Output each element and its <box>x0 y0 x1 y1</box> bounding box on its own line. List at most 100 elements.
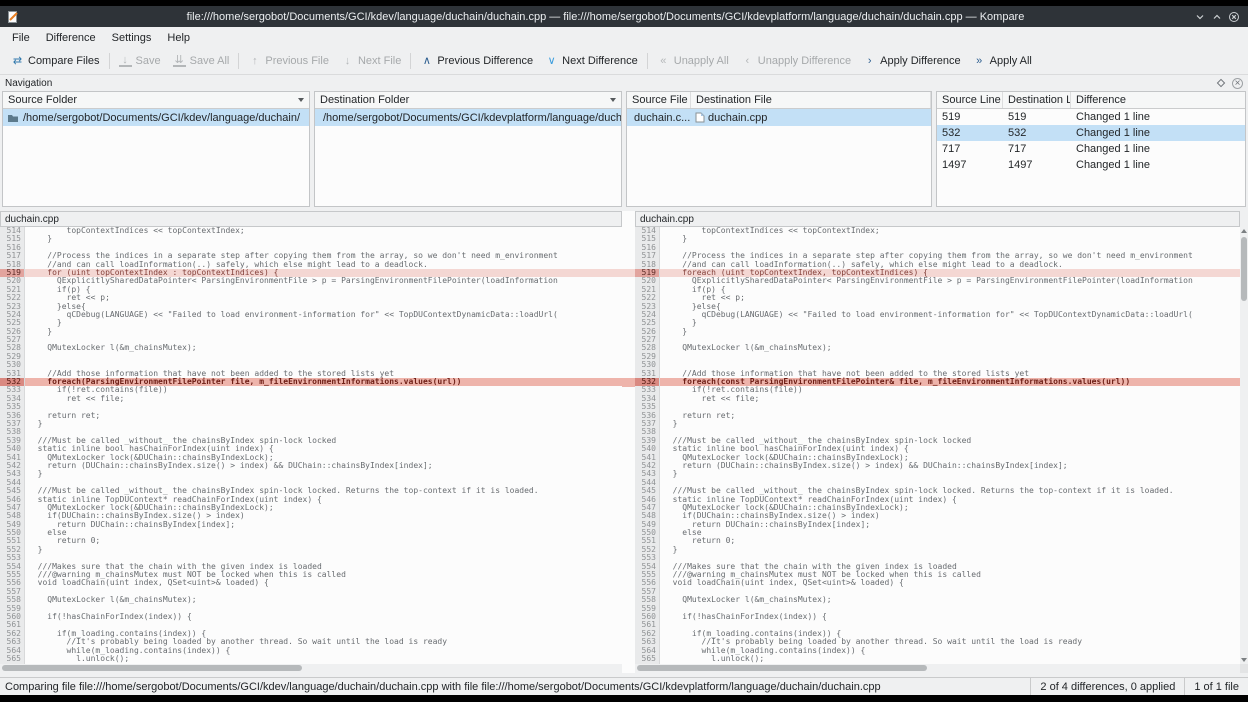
difference-row[interactable]: 14971497Changed 1 line <box>937 157 1245 173</box>
previous-difference-button[interactable]: Previous Difference <box>414 52 539 70</box>
vertical-scrollbar[interactable] <box>1240 227 1248 664</box>
difference-row[interactable]: 519519Changed 1 line <box>937 109 1245 125</box>
diff-connector-strip <box>622 227 635 664</box>
unapply-all-button: Unapply All <box>651 52 735 70</box>
code-line: void loadChain(uint index, QSet<uint>& l… <box>660 579 1240 587</box>
destination-line-header[interactable]: Destination Lir <box>1003 92 1071 108</box>
chevron-down-icon <box>298 98 304 102</box>
scroll-down-icon[interactable] <box>1241 658 1247 662</box>
toolbar-button-label: Apply Difference <box>880 55 961 67</box>
next-difference-button[interactable]: Next Difference <box>539 52 644 70</box>
destination-line-numbers: 5145155165175185195205215225235245255265… <box>635 227 660 664</box>
difference-row[interactable]: 717717Changed 1 line <box>937 141 1245 157</box>
compare-files-button[interactable]: Compare Files <box>5 52 106 70</box>
status-files: 1 of 1 file <box>1184 678 1248 695</box>
code-line: l.unlock(); <box>660 655 1240 663</box>
menu-settings[interactable]: Settings <box>104 29 160 47</box>
code-line: topContextIndices << topContextIndex; <box>25 227 622 235</box>
code-line: ret << p; <box>25 294 622 302</box>
difference-header[interactable]: Difference <box>1071 92 1245 108</box>
destination-file-cell: duchain.cpp <box>691 112 931 124</box>
apply-all-button[interactable]: Apply All <box>967 52 1038 70</box>
minimize-icon[interactable] <box>1191 9 1208 24</box>
code-line <box>660 353 1240 361</box>
files-header-row: Source File Destination File <box>627 92 931 109</box>
destination-folder-panel: Destination Folder /home/sergobot/Docume… <box>314 91 622 207</box>
destination-pane-title: duchain.cpp <box>635 211 1240 227</box>
source-folder-panel: Source Folder /home/sergobot/Documents/G… <box>2 91 310 207</box>
apply-difference-button[interactable]: Apply Difference <box>857 52 967 70</box>
folder-icon <box>7 113 19 123</box>
maximize-icon[interactable] <box>1208 9 1225 24</box>
difference-cell: 717 <box>1003 143 1071 155</box>
source-folder-item[interactable]: /home/sergobot/Documents/GCI/kdev/langua… <box>3 109 309 126</box>
code-line: } <box>660 420 1240 428</box>
destination-file-header[interactable]: Destination File <box>691 92 931 108</box>
source-horizontal-scrollbar[interactable] <box>0 664 622 673</box>
toolbar-separator <box>109 53 110 69</box>
difference-row[interactable]: 532532Changed 1 line <box>937 125 1245 141</box>
toolbar-button-label: Unapply Difference <box>758 55 851 67</box>
toolbar-button-label: Next Difference <box>562 55 638 67</box>
toolbar-button-label: Save <box>136 55 161 67</box>
difference-cell: 519 <box>1003 111 1071 123</box>
code-line: } <box>25 470 622 478</box>
code-line: QMutexLocker l(&m_chainsMutex); <box>660 596 1240 604</box>
close-icon[interactable] <box>1225 9 1242 24</box>
unapply-difference-icon <box>741 55 754 67</box>
dock-close-icon[interactable]: × <box>1232 78 1243 89</box>
toolbar-button-label: Unapply All <box>674 55 729 67</box>
difference-cell: Changed 1 line <box>1071 143 1245 155</box>
code-line <box>660 403 1240 411</box>
difference-cell: 532 <box>937 127 1003 139</box>
destination-folder-item[interactable]: /home/sergobot/Documents/GCI/kdevplatfor… <box>315 109 621 126</box>
toolbar-separator <box>410 53 411 69</box>
vertical-scroll-handle[interactable] <box>1241 237 1247 301</box>
difference-connector <box>622 378 635 386</box>
menu-difference[interactable]: Difference <box>38 29 104 47</box>
difference-cell: 519 <box>937 111 1003 123</box>
menu-help[interactable]: Help <box>159 29 198 47</box>
source-file-header[interactable]: Source File <box>627 92 691 108</box>
destination-horizontal-scroll-handle[interactable] <box>637 665 927 671</box>
dock-float-icon[interactable] <box>1217 79 1225 87</box>
difference-cell: 1497 <box>1003 159 1071 171</box>
file-row[interactable]: duchain.c... duchain.cpp <box>627 109 931 126</box>
code-line: return ret; <box>25 412 622 420</box>
code-line: ret << p; <box>660 294 1240 302</box>
code-line: qCDebug(LANGUAGE) << "Failed to load env… <box>660 311 1240 319</box>
destination-folder-path: /home/sergobot/Documents/GCI/kdevplatfor… <box>323 112 621 124</box>
code-line: } <box>25 235 622 243</box>
code-line: } <box>25 319 622 327</box>
difference-cell: Changed 1 line <box>1071 111 1245 123</box>
code-line: } <box>660 235 1240 243</box>
code-line: if(p) { <box>25 286 622 294</box>
destination-horizontal-scrollbar[interactable] <box>635 664 1240 673</box>
window-title: file:///home/sergobot/Documents/GCI/kdev… <box>20 11 1191 23</box>
destination-folder-combo[interactable]: Destination Folder <box>315 92 621 109</box>
source-horizontal-scroll-handle[interactable] <box>2 665 302 671</box>
scroll-up-icon[interactable] <box>1241 229 1247 233</box>
code-line: else <box>25 529 622 537</box>
previous-difference-icon <box>420 55 433 67</box>
source-folder-combo[interactable]: Source Folder <box>3 92 309 109</box>
menu-file[interactable]: File <box>4 29 38 47</box>
chevron-down-icon <box>610 98 616 102</box>
toolbar-button-label: Compare Files <box>28 55 100 67</box>
pane-title-gap <box>622 211 635 227</box>
kompare-window: file:///home/sergobot/Documents/GCI/kdev… <box>0 6 1248 695</box>
previous-file-icon <box>248 55 261 67</box>
source-code: topContextIndices << topContextIndex; } … <box>25 227 622 664</box>
save-button: Save <box>113 52 167 70</box>
save-all-icon <box>173 55 186 67</box>
toolbar-separator <box>238 53 239 69</box>
unapply-difference-button: Unapply Difference <box>735 52 857 70</box>
difference-cell: Changed 1 line <box>1071 127 1245 139</box>
source-line-header[interactable]: Source Line <box>937 92 1003 108</box>
difference-cell: 532 <box>1003 127 1071 139</box>
files-panel: Source File Destination File duchain.c..… <box>626 91 932 207</box>
apply-difference-icon <box>863 55 876 67</box>
toolbar-button-label: Previous Difference <box>437 55 533 67</box>
file-icon <box>695 112 705 123</box>
source-pane-title: duchain.cpp <box>0 211 622 227</box>
